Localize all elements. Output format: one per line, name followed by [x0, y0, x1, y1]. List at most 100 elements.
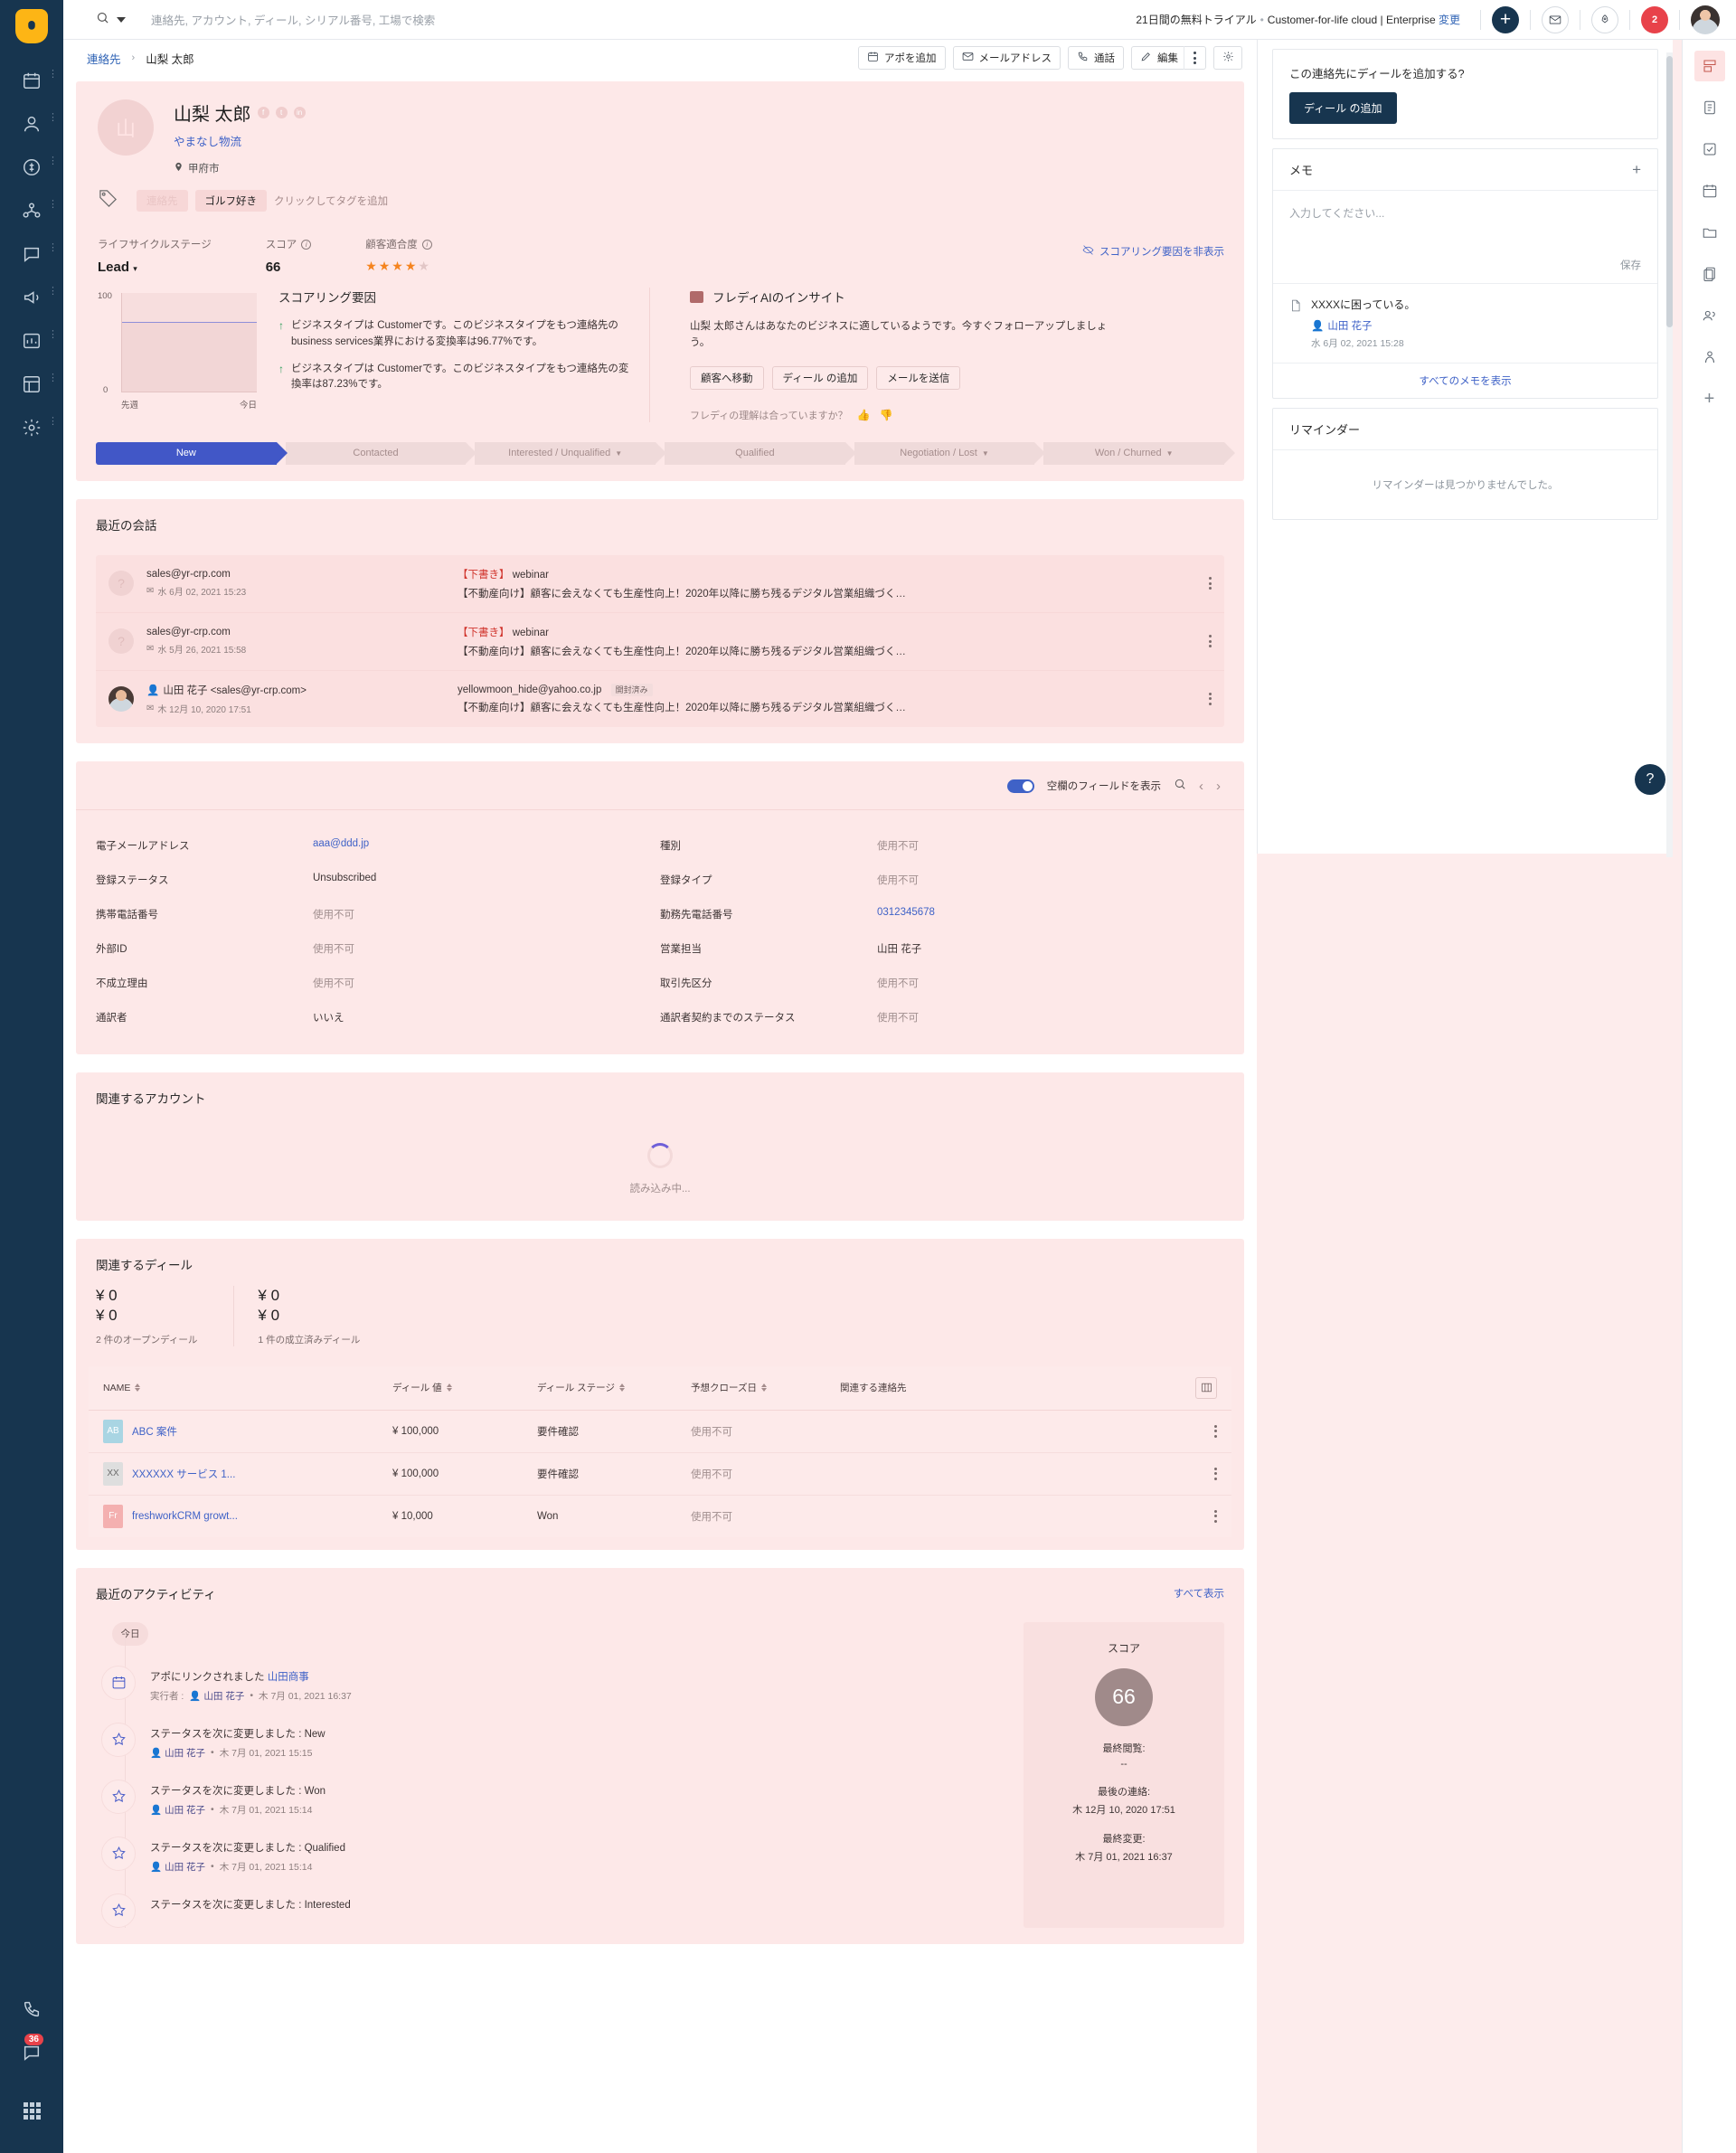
column-header-stage[interactable]: ディール ステージ	[537, 1381, 691, 1394]
thumbs-down-icon[interactable]: 👎	[880, 409, 893, 421]
add-note-plus-icon[interactable]: +	[1632, 162, 1641, 177]
nav-analytics-icon[interactable]: ⋮	[16, 369, 58, 400]
save-note-button[interactable]: 保存	[1273, 258, 1657, 283]
rail-notes-icon[interactable]	[1694, 92, 1725, 123]
conversation-more-button[interactable]	[1209, 692, 1212, 705]
notification-badge[interactable]: 2	[1641, 5, 1668, 33]
pipeline-stage-interested[interactable]: Interested / Unqualified ▼	[475, 441, 666, 465]
add-new-button[interactable]: +	[1492, 5, 1519, 33]
deal-row-more-button[interactable]	[1214, 1424, 1217, 1438]
deal-name-link[interactable]: XXXXXX サービス 1...	[132, 1467, 235, 1481]
edit-label[interactable]: 編集	[1157, 51, 1178, 65]
nav-deals-icon[interactable]: ⋮	[16, 152, 58, 183]
table-row[interactable]: AB ABC 案件 ¥ 100,000 要件確認 使用不可	[89, 1411, 1231, 1453]
nav-phone-icon[interactable]	[16, 1994, 47, 2025]
conversation-row[interactable]: 👤 山田 花子 <sales@yr-crp.com> ✉ 木 12月 10, 2…	[96, 670, 1224, 727]
nav-contacts-icon[interactable]: ⋮	[16, 109, 58, 139]
deal-row-more-button[interactable]	[1214, 1509, 1217, 1523]
table-row[interactable]: XX XXXXXX サービス 1... ¥ 100,000 要件確認 使用不可	[89, 1453, 1231, 1496]
nav-messages-icon[interactable]: 36	[16, 2034, 47, 2068]
field-value[interactable]: aaa@ddd.jp	[313, 838, 369, 853]
rail-documents-icon[interactable]	[1694, 259, 1725, 289]
note-input[interactable]: 入力してください...	[1273, 191, 1657, 258]
rail-contacts-icon[interactable]	[1694, 300, 1725, 331]
user-avatar[interactable]	[1691, 5, 1720, 34]
pipeline-stage-contacted[interactable]: Contacted	[285, 441, 476, 465]
facebook-icon[interactable]: f	[257, 107, 269, 118]
show-all-activity-link[interactable]: すべて表示	[1174, 1586, 1224, 1601]
rocket-icon[interactable]	[1591, 5, 1618, 33]
nav-chat-icon[interactable]: ⋮	[16, 239, 58, 269]
nav-settings-icon[interactable]: ⋮	[16, 412, 58, 443]
change-plan-link[interactable]: 変更	[1439, 14, 1460, 26]
tag-chip[interactable]: ゴルフ好き	[194, 190, 267, 212]
search-input[interactable]: 連絡先, アカウント, ディール, シリアル番号, 工場で検索	[151, 11, 435, 28]
nav-accounts-icon[interactable]: ⋮	[16, 195, 58, 226]
next-page-chevron-right-icon[interactable]: ›	[1216, 779, 1221, 794]
info-icon[interactable]: i	[421, 239, 432, 250]
conversation-row[interactable]: ? sales@yr-crp.com ✉ 水 5月 26, 2021 15:58…	[96, 612, 1224, 671]
hide-scoring-factors-link[interactable]: スコアリング要因を非表示	[1082, 244, 1224, 259]
add-appointment-button[interactable]: アポを追加	[858, 46, 946, 70]
conversation-more-button[interactable]	[1209, 635, 1212, 648]
scoring-and-insights: 100 0 先週 今日 スコアリング要因 ↑ ビジネスタイプは Customer…	[76, 275, 1244, 422]
pipeline-stage-qualified[interactable]: Qualified	[665, 441, 856, 465]
twitter-icon[interactable]: t	[275, 107, 288, 118]
nav-campaign-icon[interactable]: ⋮	[16, 282, 58, 313]
nav-reports-icon[interactable]: ⋮	[16, 326, 58, 356]
deal-row-more-button[interactable]	[1214, 1467, 1217, 1480]
rail-tasks-icon[interactable]	[1694, 134, 1725, 165]
show-all-notes-link[interactable]: すべてのメモを表示	[1273, 363, 1657, 398]
rail-add-widget-icon[interactable]: +	[1694, 383, 1725, 414]
pipeline-stage-new[interactable]: New	[96, 441, 288, 465]
nav-apps-icon[interactable]	[16, 2095, 47, 2126]
rail-files-icon[interactable]	[1694, 217, 1725, 248]
pipeline-stage-won[interactable]: Won / Churned ▼	[1043, 441, 1235, 465]
show-empty-fields-toggle[interactable]	[1006, 779, 1034, 793]
rail-appointments-icon[interactable]	[1694, 175, 1725, 206]
mail-icon[interactable]	[1542, 5, 1569, 33]
deal-name-link[interactable]: freshworkCRM growt...	[132, 1511, 238, 1522]
column-header-name[interactable]: NAME	[103, 1383, 392, 1393]
rail-highlights-icon[interactable]	[1694, 51, 1725, 81]
email-button[interactable]: メールアドレス	[952, 46, 1061, 70]
column-header-value[interactable]: ディール 値	[392, 1381, 537, 1394]
pipeline-stage-negotiation[interactable]: Negotiation / Lost ▼	[854, 441, 1046, 465]
search-scope-chevron-down-icon[interactable]	[117, 16, 126, 23]
activity-date: 木 7月 01, 2021 15:15	[219, 1747, 313, 1759]
search-fields-icon[interactable]	[1174, 778, 1186, 795]
tag-chip[interactable]: 連絡先	[137, 190, 188, 212]
rail-products-icon[interactable]	[1694, 342, 1725, 373]
add-deal-button[interactable]: ディール の追加	[771, 365, 869, 390]
nav-calendar-icon[interactable]: ⋮	[16, 65, 58, 96]
settings-button[interactable]	[1213, 46, 1242, 70]
thumbs-up-icon[interactable]: 👍	[857, 409, 871, 421]
activity-link[interactable]: 山田商事	[268, 1672, 309, 1683]
call-button[interactable]: 通話	[1068, 46, 1124, 70]
column-header-close-date[interactable]: 予想クローズ日	[691, 1381, 840, 1394]
conversation-more-button[interactable]	[1209, 577, 1212, 590]
contact-company[interactable]: やまなし物流	[174, 132, 306, 149]
activity-timeline: 今日 アポにリンクされました 山田商事 実行者 : 👤 山田 花子 • 木 7月 0…	[96, 1621, 1002, 1928]
table-row[interactable]: Fr freshworkCRM growt... ¥ 10,000 Won 使用…	[89, 1496, 1231, 1537]
breadcrumb-root-link[interactable]: 連絡先	[87, 50, 121, 67]
breadcrumb-current: 山梨 太郎	[146, 52, 194, 66]
field-value[interactable]: 0312345678	[877, 907, 935, 921]
lifecycle-stage-value[interactable]: Lead ▾	[98, 260, 212, 275]
app-logo-icon[interactable]	[15, 9, 48, 43]
add-deal-button[interactable]: ディール の追加	[1289, 92, 1397, 124]
table-settings-icon[interactable]	[1195, 1376, 1217, 1399]
prev-page-chevron-left-icon[interactable]: ‹	[1199, 779, 1203, 794]
add-tag-button[interactable]: クリックしてタグを追加	[274, 194, 388, 208]
linkedin-icon[interactable]: in	[293, 107, 306, 118]
send-email-button[interactable]: メールを送信	[876, 365, 961, 390]
conversation-row[interactable]: ? sales@yr-crp.com ✉ 水 6月 02, 2021 15:23…	[96, 554, 1224, 613]
global-search[interactable]: 連絡先, アカウント, ディール, シリアル番号, 工場で検索	[96, 11, 1136, 29]
panel-scrollbar-thumb[interactable]	[1666, 56, 1673, 327]
info-icon[interactable]: i	[301, 239, 312, 250]
help-button[interactable]: ?	[1635, 764, 1665, 795]
more-actions-button[interactable]	[1184, 46, 1205, 70]
move-to-customer-button[interactable]: 顧客へ移動	[690, 365, 764, 390]
last-contact: 最後の連絡: 木 12月 10, 2020 17:51	[1072, 1786, 1175, 1816]
deal-name-link[interactable]: ABC 案件	[132, 1424, 177, 1439]
